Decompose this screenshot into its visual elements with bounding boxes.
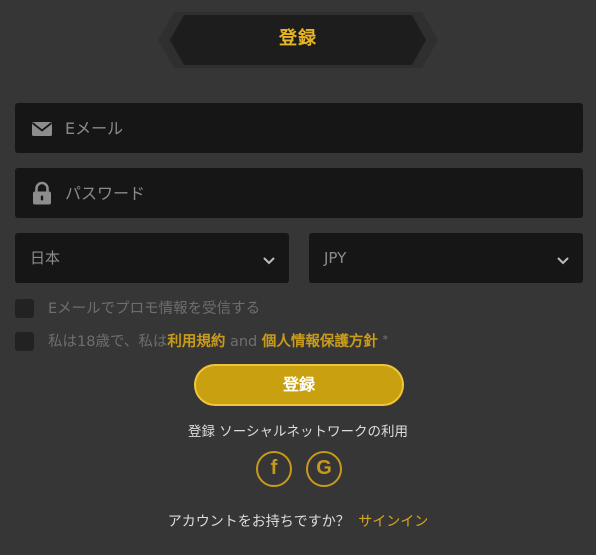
promo-checkbox[interactable] xyxy=(15,299,34,318)
social-login-caption: 登録 ソーシャルネットワークの利用 xyxy=(187,424,409,440)
registration-panel: 登録 日本 JPY xyxy=(0,0,596,555)
google-glyph: G xyxy=(316,457,332,479)
chevron-down-icon xyxy=(557,252,569,265)
facebook-glyph: f xyxy=(270,457,278,479)
lock-icon xyxy=(31,181,53,205)
page-title: 登録 xyxy=(279,28,317,49)
facebook-icon[interactable]: f xyxy=(256,451,292,487)
currency-select[interactable]: JPY xyxy=(309,233,583,283)
email-input[interactable] xyxy=(65,103,565,153)
terms-checkbox[interactable] xyxy=(15,332,34,351)
privacy-policy-link[interactable]: 個人情報保護方針 xyxy=(262,334,378,350)
email-field[interactable] xyxy=(15,103,583,153)
terms-prefix: 私は18歳で、私は xyxy=(48,334,168,350)
title-banner: 登録 xyxy=(158,12,438,68)
google-icon[interactable]: G xyxy=(306,451,342,487)
password-field[interactable] xyxy=(15,168,583,218)
country-select[interactable]: 日本 xyxy=(15,233,289,283)
required-mark: * xyxy=(382,333,388,346)
country-select-value: 日本 xyxy=(30,249,61,267)
signin-link[interactable]: サインイン xyxy=(358,514,428,530)
currency-select-value: JPY xyxy=(324,249,347,267)
signin-question: アカウントをお持ちですか？ xyxy=(167,514,350,530)
mail-icon xyxy=(31,116,53,140)
terms-conjunction: and xyxy=(225,334,262,350)
register-button[interactable]: 登録 xyxy=(194,364,404,406)
chevron-down-icon xyxy=(263,252,275,265)
promo-checkbox-label: Eメールでプロモ情報を受信する xyxy=(48,301,261,317)
signin-row: アカウントをお持ちですか？ サインイン xyxy=(0,511,596,531)
terms-checkbox-label: 私は18歳で、私は利用規約 and 個人情報保護方針 * xyxy=(48,331,388,353)
password-input[interactable] xyxy=(65,168,565,218)
terms-link[interactable]: 利用規約 xyxy=(167,334,225,350)
